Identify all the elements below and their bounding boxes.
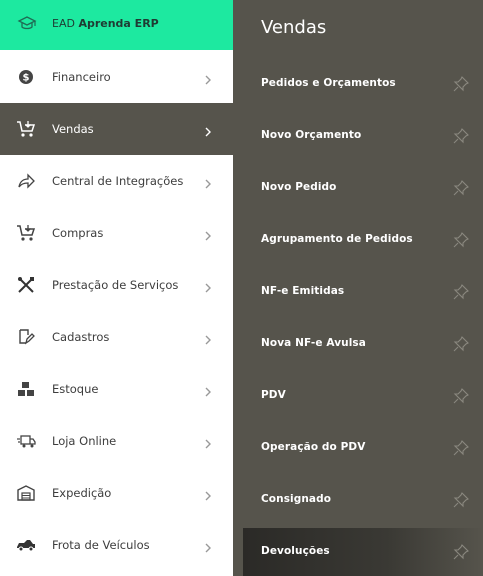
sidebar-item-expedicao[interactable]: Expedição: [0, 467, 233, 519]
sidebar-item-estoque[interactable]: Estoque: [0, 363, 233, 415]
pin-icon[interactable]: [453, 336, 469, 352]
submenu-item-label: Novo Orçamento: [261, 129, 362, 141]
submenu-item-label: Operação do PDV: [261, 441, 366, 453]
pin-icon[interactable]: [453, 544, 469, 560]
sidebar-item-label: Frota de Veículos: [52, 538, 150, 552]
cart-icon: [16, 119, 36, 139]
submenu-item[interactable]: Novo Pedido: [243, 164, 483, 214]
sidebar-item-label: Compras: [52, 226, 104, 240]
chevron-right-icon: [202, 175, 214, 189]
sidebar-item-label: Vendas: [52, 122, 94, 136]
pin-icon[interactable]: [453, 232, 469, 248]
chevron-right-icon: [202, 539, 214, 553]
submenu-item[interactable]: PDV: [243, 372, 483, 422]
chevron-right-icon: [202, 435, 214, 449]
sidebar-item-label: Central de Integrações: [52, 174, 184, 188]
share-icon: [16, 171, 36, 191]
tools-icon: [16, 275, 36, 295]
submenu-item[interactable]: Pedidos e Orçamentos: [243, 60, 483, 110]
sidebar: EAD Aprenda ERP $ Financeiro Vendas Cent…: [0, 0, 233, 576]
submenu-item[interactable]: Consignado: [243, 476, 483, 526]
sidebar-item-label: Estoque: [52, 382, 99, 396]
submenu-item-label: Consignado: [261, 493, 332, 505]
pin-icon[interactable]: [453, 388, 469, 404]
pin-icon[interactable]: [453, 128, 469, 144]
sidebar-item-cadastros[interactable]: Cadastros: [0, 311, 233, 363]
sidebar-item-central-integracoes[interactable]: Central de Integrações: [0, 155, 233, 207]
submenu-title: Vendas: [261, 17, 327, 38]
sidebar-item-compras[interactable]: Compras: [0, 207, 233, 259]
graduation-cap-icon: [17, 14, 37, 34]
svg-text:$: $: [23, 73, 30, 84]
sidebar-item-frota-veiculos[interactable]: Frota de Veículos: [0, 519, 233, 571]
submenu-item[interactable]: Agrupamento de Pedidos: [243, 216, 483, 266]
chevron-right-icon: [202, 123, 214, 137]
submenu-item-label: PDV: [261, 389, 286, 401]
pin-icon[interactable]: [453, 284, 469, 300]
submenu-item[interactable]: Novo Orçamento: [243, 112, 483, 162]
sidebar-item-financeiro[interactable]: $ Financeiro: [0, 51, 233, 103]
sidebar-item-vendas[interactable]: Vendas: [0, 103, 233, 155]
pin-icon[interactable]: [453, 76, 469, 92]
submenu-item-label: Agrupamento de Pedidos: [261, 233, 413, 245]
sidebar-item-prestacao-servicos[interactable]: Prestação de Serviços: [0, 259, 233, 311]
sidebar-item-loja-online[interactable]: Loja Online: [0, 415, 233, 467]
sidebar-item-label: Financeiro: [52, 70, 111, 84]
pin-icon[interactable]: [453, 440, 469, 456]
cart-icon: [16, 223, 36, 243]
submenu-item-label: NF-e Emitidas: [261, 285, 345, 297]
chevron-right-icon: [202, 487, 214, 501]
submenu-item-label: Devoluções: [261, 545, 330, 557]
brand-bar[interactable]: EAD Aprenda ERP: [0, 0, 233, 50]
submenu-item-label: Novo Pedido: [261, 181, 337, 193]
vendas-submenu: Vendas Pedidos e Orçamentos Novo Orçament…: [233, 0, 483, 576]
sidebar-item-label: Cadastros: [52, 330, 110, 344]
sidebar-item-label: Loja Online: [52, 434, 117, 448]
brand-name: EAD Aprenda ERP: [52, 17, 159, 30]
chevron-right-icon: [202, 71, 214, 85]
pin-icon[interactable]: [453, 492, 469, 508]
dollar-icon: $: [16, 67, 36, 87]
chevron-right-icon: [202, 383, 214, 397]
submenu-item[interactable]: Devoluções: [243, 528, 483, 576]
chevron-right-icon: [202, 227, 214, 241]
sidebar-item-label: Prestação de Serviços: [52, 278, 179, 292]
chevron-right-icon: [202, 331, 214, 345]
submenu-item-label: Nova NF-e Avulsa: [261, 337, 366, 349]
submenu-item[interactable]: Operação do PDV: [243, 424, 483, 474]
edit-icon: [16, 327, 36, 347]
chevron-right-icon: [202, 279, 214, 293]
submenu-item[interactable]: NF-e Emitidas: [243, 268, 483, 318]
car-icon: [16, 535, 36, 555]
delivery-truck-icon: [16, 431, 36, 451]
boxes-icon: [16, 379, 36, 399]
warehouse-icon: [16, 483, 36, 503]
pin-icon[interactable]: [453, 180, 469, 196]
submenu-item[interactable]: Nova NF-e Avulsa: [243, 320, 483, 370]
sidebar-item-label: Expedição: [52, 486, 112, 500]
submenu-item-label: Pedidos e Orçamentos: [261, 77, 396, 89]
